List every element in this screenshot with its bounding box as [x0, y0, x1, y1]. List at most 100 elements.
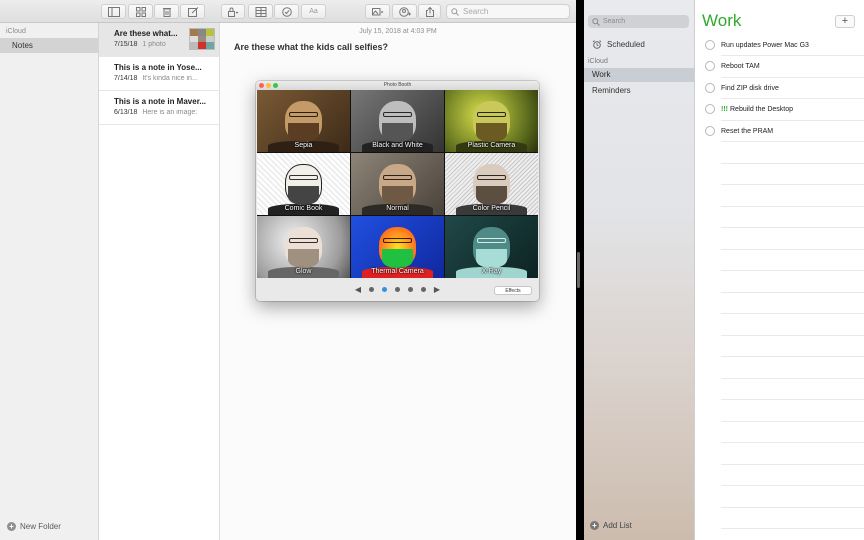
- note-snippet: Here is an image:: [142, 109, 198, 116]
- sidebar-toggle-button[interactable]: [101, 4, 126, 19]
- photo-icon: [371, 7, 383, 15]
- page-dot[interactable]: [395, 286, 400, 292]
- new-folder-label: New Folder: [20, 522, 61, 531]
- page-dot[interactable]: [408, 286, 413, 292]
- reminder-item[interactable]: !!! Rebuild the Desktop: [705, 102, 793, 116]
- reminder-checkbox[interactable]: [705, 126, 715, 136]
- notes-toolbar: Aa Search: [0, 0, 576, 23]
- effect-tile-plastic-camera: Plastic Camera: [445, 90, 538, 152]
- list-separator-line: [721, 485, 864, 486]
- add-people-button[interactable]: [392, 4, 417, 19]
- search-input[interactable]: Search: [446, 4, 570, 19]
- add-list-label: Add List: [603, 521, 632, 530]
- note-snippet: It's kinda nice in...: [142, 75, 198, 82]
- list-separator-line: [721, 55, 864, 56]
- table-button[interactable]: [248, 4, 273, 19]
- effect-tile-comic-book: Comic Book: [257, 153, 350, 215]
- lock-icon: [228, 7, 239, 17]
- reminder-item[interactable]: Reboot TAM: [705, 59, 760, 73]
- grid-icon: [135, 6, 146, 17]
- sidebar-item-reminders[interactable]: Reminders: [592, 86, 631, 95]
- sidebar-item-work[interactable]: Work: [584, 68, 694, 82]
- effect-label: Glow: [295, 268, 312, 275]
- effect-tile-x-ray: X-Ray: [445, 216, 538, 278]
- effect-label: Plastic Camera: [467, 142, 516, 149]
- reminder-checkbox[interactable]: [705, 104, 715, 114]
- add-list-button[interactable]: + Add List: [590, 521, 632, 530]
- reminder-checkbox[interactable]: [705, 40, 715, 50]
- list-separator-line: [721, 77, 864, 78]
- note-list-item[interactable]: This is a note in Maver... 6/13/18 Here i…: [99, 91, 219, 125]
- reminder-item[interactable]: Find ZIP disk drive: [705, 81, 779, 95]
- reminder-label: Rebuild the Desktop: [730, 105, 794, 113]
- effect-tile-glow: Glow: [257, 216, 350, 278]
- reminders-search-input[interactable]: Search: [588, 15, 689, 28]
- gallery-view-button[interactable]: [128, 4, 153, 19]
- list-separator-line: [721, 249, 864, 250]
- search-icon: [451, 7, 459, 16]
- list-separator-line: [721, 227, 864, 228]
- checklist-button[interactable]: [274, 4, 299, 19]
- effects-button[interactable]: Effects: [494, 286, 532, 295]
- note-list-item[interactable]: Are these what... 7/15/18 1 photo: [99, 23, 219, 57]
- list-separator-line: [721, 335, 864, 336]
- sidebar-item-notes[interactable]: Notes: [0, 38, 98, 53]
- search-placeholder: Search: [603, 18, 626, 25]
- list-separator-line: [721, 464, 864, 465]
- page-dot[interactable]: [421, 286, 426, 292]
- divider-handle[interactable]: [577, 252, 580, 288]
- alarm-clock-icon: [592, 40, 602, 49]
- list-separator-line: [721, 442, 864, 443]
- list-separator-line: [721, 378, 864, 379]
- page-dot[interactable]: [369, 286, 374, 292]
- share-icon: [425, 6, 434, 17]
- reminder-text: Reboot TAM: [721, 62, 760, 70]
- list-separator-line: [721, 356, 864, 357]
- effect-label: X-Ray: [481, 268, 502, 275]
- compose-button[interactable]: [180, 4, 205, 19]
- media-button[interactable]: [365, 4, 390, 19]
- list-separator-line: [721, 163, 864, 164]
- reminder-text: Run updates Power Mac G3: [721, 41, 809, 49]
- share-button[interactable]: [418, 4, 441, 19]
- effect-tile-thermal-camera: Thermal Camera: [351, 216, 444, 278]
- list-separator-line: [721, 528, 864, 529]
- list-separator-line: [721, 292, 864, 293]
- note-heading: Are these what the kids call selfies?: [234, 42, 389, 52]
- reminder-item[interactable]: Reset the PRAM: [705, 124, 773, 138]
- note-list-item[interactable]: This is a note in Yose... 7/14/18 It's ki…: [99, 57, 219, 91]
- previous-page-icon[interactable]: ◀: [351, 285, 365, 294]
- page-dot-active[interactable]: [382, 286, 387, 292]
- effect-label: Thermal Camera: [371, 268, 424, 275]
- reminder-item[interactable]: Run updates Power Mac G3: [705, 38, 809, 52]
- zoom-icon: [273, 83, 278, 88]
- effect-tile-color-pencil: Color Pencil: [445, 153, 538, 215]
- search-icon: [592, 17, 600, 26]
- photo-booth-title: Photo Booth: [383, 82, 412, 88]
- effect-tile-black-and-white: Black and White: [351, 90, 444, 152]
- effect-tile-sepia: Sepia: [257, 90, 350, 152]
- note-date: 6/13/18: [114, 109, 138, 116]
- list-separator-line: [721, 98, 864, 99]
- new-folder-button[interactable]: + New Folder: [7, 522, 61, 531]
- lock-button[interactable]: [221, 4, 245, 19]
- list-separator-line: [721, 421, 864, 422]
- scheduled-list[interactable]: Scheduled: [592, 40, 645, 49]
- photo-booth-image[interactable]: Photo Booth Sepia Black and White Plasti…: [256, 81, 539, 301]
- delete-note-button[interactable]: [154, 4, 179, 19]
- add-person-icon: [398, 6, 411, 17]
- list-separator-line: [721, 270, 864, 271]
- reminder-checkbox[interactable]: [705, 61, 715, 71]
- next-page-icon[interactable]: ▶: [430, 285, 444, 294]
- note-snippet: 1 photo: [142, 41, 166, 48]
- list-separator-line: [721, 399, 864, 400]
- format-button[interactable]: Aa: [301, 4, 326, 19]
- effect-label: Sepia: [294, 142, 313, 149]
- trash-icon: [162, 7, 171, 17]
- add-reminder-button[interactable]: +: [835, 15, 855, 28]
- close-icon: [259, 83, 264, 88]
- reminders-sidebar: Search Scheduled iCloud Work Reminders +…: [584, 0, 695, 540]
- note-thumbnail: [189, 28, 215, 50]
- account-label: iCloud: [588, 58, 608, 65]
- reminder-checkbox[interactable]: [705, 83, 715, 93]
